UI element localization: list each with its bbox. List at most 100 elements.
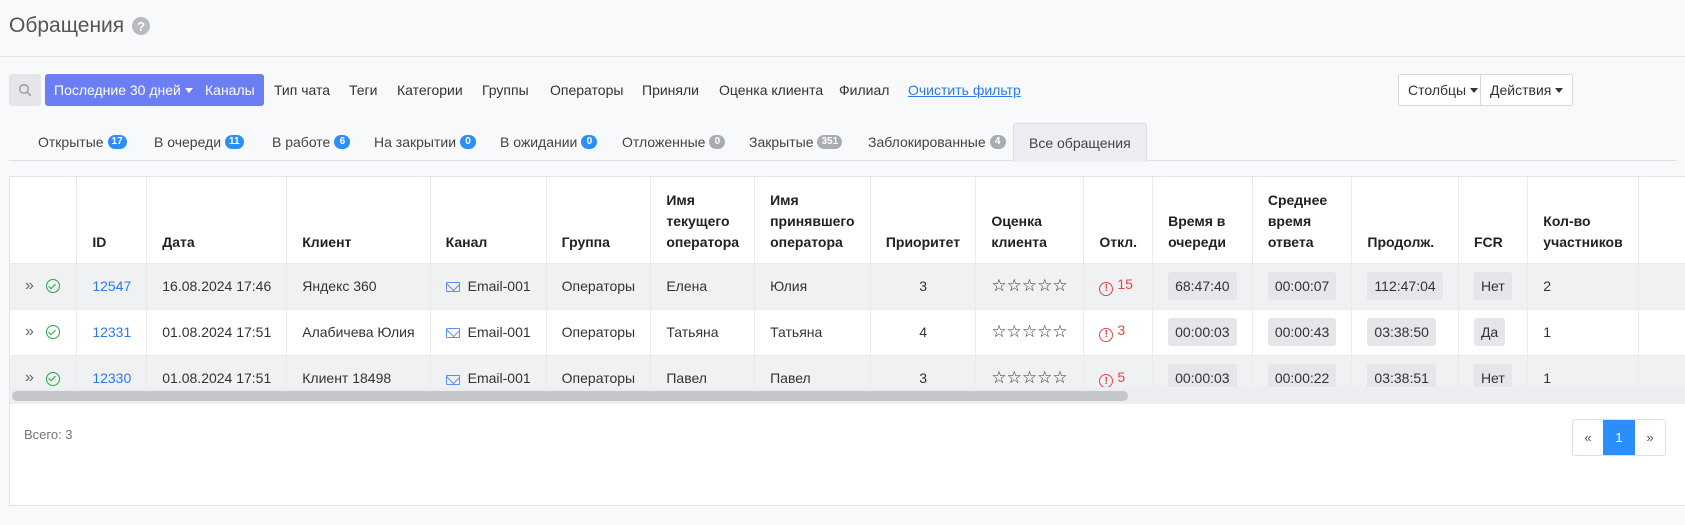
col-header-accepted-operator[interactable]: Имя принявшего оператора <box>754 177 871 263</box>
table-row[interactable]: » 12547 16.08.2024 17:46 Яндекс 360 Emai… <box>10 262 1685 309</box>
ticket-id-link[interactable]: 12331 <box>92 324 131 340</box>
col-header-priority[interactable]: Приоритет <box>870 177 977 263</box>
filter-tags[interactable]: Теги <box>349 74 377 106</box>
tab-open[interactable]: Открытые 17 <box>38 123 127 161</box>
col-header-fcr[interactable]: FCR <box>1458 177 1529 263</box>
filter-operators[interactable]: Операторы <box>550 74 623 106</box>
actions-dropdown[interactable]: Действия <box>1480 74 1574 106</box>
pager-prev-button[interactable]: « <box>1573 420 1603 455</box>
table-row[interactable]: » 12331 01.08.2024 17:51 Алабичева Юлия … <box>10 308 1685 355</box>
filter-client-rating[interactable]: Оценка клиента <box>719 74 823 106</box>
ticket-id-link[interactable]: 12330 <box>92 370 131 386</box>
tab-label: Все обращения <box>1029 135 1131 151</box>
tab-closing[interactable]: На закрытии 0 <box>374 123 477 161</box>
queue-time-cell: 00:00:03 <box>1152 308 1253 355</box>
header-label: оператора <box>770 233 843 250</box>
avg-response-cell: 00:00:07 <box>1252 262 1353 309</box>
header-label: Продолж. <box>1367 233 1435 250</box>
tab-queue[interactable]: В очереди 11 <box>154 123 244 161</box>
col-header-current-operator[interactable]: Имя текущего оператора <box>650 177 756 263</box>
pager-page-1[interactable]: 1 <box>1603 420 1635 455</box>
priority-cell: 3 <box>870 262 977 309</box>
duration-cell: 112:47:04 <box>1351 262 1459 309</box>
filter-categories[interactable]: Категории <box>397 74 463 106</box>
channel-name: Email-001 <box>467 324 531 340</box>
ticket-id-link[interactable]: 12547 <box>92 278 131 294</box>
tab-blocked[interactable]: Заблокированные 4 <box>868 123 1006 161</box>
accepted-operator-cell: Татьяна <box>754 308 871 355</box>
tab-postponed[interactable]: Отложенные 0 <box>622 123 726 161</box>
columns-dropdown[interactable]: Столбцы <box>1398 74 1489 106</box>
pager-next-button[interactable]: » <box>1635 420 1665 455</box>
header-label: Среднее <box>1267 191 1328 208</box>
col-header-client[interactable]: Клиент <box>286 177 431 263</box>
envelope-icon <box>445 374 460 385</box>
avg-response-cell: 00:00:43 <box>1252 308 1353 355</box>
tab-closed[interactable]: Закрытые 351 <box>749 123 843 161</box>
col-header-participants[interactable]: Кол-во участников <box>1527 177 1640 263</box>
rejected-count: 5 <box>1117 368 1126 385</box>
current-operator-cell: Татьяна <box>650 308 756 355</box>
filter-groups[interactable]: Группы <box>482 74 529 106</box>
header-label: очереди <box>1168 233 1227 250</box>
scrollbar-thumb[interactable] <box>12 391 1128 401</box>
table-header-row: ID Дата Клиент Канал Группа Имя текущего о… <box>10 177 1685 263</box>
clear-filter-link[interactable]: Очистить фильтр <box>908 74 1021 106</box>
fcr-cell: Да <box>1458 308 1529 355</box>
col-header-id[interactable]: ID <box>76 177 148 263</box>
tab-all[interactable]: Все обращения <box>1013 123 1147 162</box>
col-header-group[interactable]: Группа <box>546 177 652 263</box>
star-rating-icons: ☆☆☆☆☆ <box>991 368 1068 388</box>
page-header: Обращения ? <box>0 0 1685 57</box>
col-header-date[interactable]: Дата <box>146 177 288 263</box>
channels-button[interactable]: Каналы <box>196 74 264 106</box>
tab-count-badge: 4 <box>989 135 1006 149</box>
filter-chat-type[interactable]: Тип чата <box>274 74 330 106</box>
search-button[interactable] <box>9 74 41 106</box>
check-circle-icon <box>45 371 60 386</box>
expand-icon[interactable]: » <box>25 369 34 386</box>
envelope-icon <box>445 282 460 293</box>
header-label: время <box>1267 212 1312 229</box>
header-label: Приоритет <box>885 233 961 250</box>
tab-in-progress[interactable]: В работе 6 <box>272 123 351 161</box>
star-rating-icons: ☆☆☆☆☆ <box>991 322 1068 341</box>
help-icon[interactable]: ? <box>132 17 151 35</box>
duration-pill: 112:47:04 <box>1367 272 1443 300</box>
total-count: Всего: 3 <box>24 427 73 442</box>
tab-waiting[interactable]: В ожидании 0 <box>500 123 598 161</box>
expand-icon[interactable]: » <box>25 277 34 294</box>
col-header-channel[interactable]: Канал <box>430 177 547 263</box>
date-cell: 16.08.2024 17:46 <box>146 262 288 309</box>
fcr-pill: Да <box>1473 318 1506 346</box>
participants-cell: 2 <box>1527 262 1640 309</box>
col-header-actions <box>10 177 78 263</box>
col-header-avg-response[interactable]: Среднее время ответа <box>1252 177 1353 263</box>
col-header-rejected[interactable]: Откл. <box>1083 177 1154 263</box>
caret-down-icon <box>184 87 193 93</box>
filter-branch[interactable]: Филиал <box>839 74 889 106</box>
header-label: принявшего <box>770 212 855 229</box>
tab-count-badge: 6 <box>334 135 351 149</box>
date-range-dropdown[interactable]: Последние 30 дней <box>45 74 202 106</box>
channel-cell: Email-001 <box>430 262 547 309</box>
col-header-duration[interactable]: Продолж. <box>1351 177 1459 263</box>
fcr-cell: Нет <box>1458 262 1529 309</box>
tab-label: В ожидании <box>500 134 578 150</box>
tab-label: В очереди <box>154 134 222 150</box>
participants-cell: 1 <box>1527 308 1640 355</box>
col-header-client-rating[interactable]: Оценка клиента <box>975 177 1085 263</box>
search-icon <box>18 83 32 97</box>
exclamation-circle-icon: ! <box>1099 374 1114 388</box>
accepted-operator-cell: Юлия <box>754 262 871 309</box>
client-cell: Алабичева Юлия <box>286 308 431 355</box>
filter-accepted[interactable]: Приняли <box>642 74 699 106</box>
horizontal-scrollbar[interactable] <box>10 387 1685 404</box>
tab-count-badge: 17 <box>107 135 127 149</box>
tab-label: Отложенные <box>622 134 706 150</box>
date-range-label: Последние 30 дней <box>54 82 181 98</box>
col-header-queue-time[interactable]: Время в очереди <box>1152 177 1253 263</box>
caret-down-icon <box>1555 87 1564 93</box>
tab-label: Заблокированные <box>868 134 986 150</box>
expand-icon[interactable]: » <box>25 323 34 340</box>
